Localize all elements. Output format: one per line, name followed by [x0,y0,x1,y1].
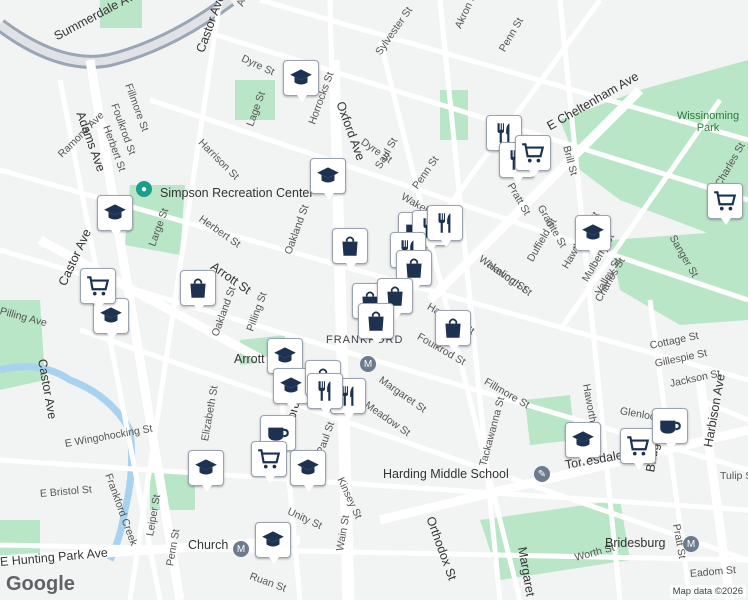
school-icon [580,220,606,246]
map-attribution[interactable]: Map data ©2026 [669,585,746,598]
place-label[interactable]: Arrott [234,352,265,366]
grocery-icon [256,446,282,472]
shopping-poi-marker[interactable] [180,270,216,312]
school-poi-marker[interactable] [310,158,346,200]
place-label[interactable]: Harding Middle School [383,467,509,481]
school-icon [193,455,219,481]
restaurant-icon [312,378,338,404]
grocery-icon [520,140,546,166]
school-poi-marker[interactable] [283,60,319,102]
school-icon [260,527,286,553]
school-icon [288,65,314,91]
shopping-poi-marker[interactable] [358,303,394,345]
grocery-icon [625,433,651,459]
grocery-poi-marker[interactable] [620,428,656,470]
shopping-poi-marker[interactable] [332,228,368,270]
school-poi-marker[interactable] [273,368,309,410]
grocery-icon [85,273,111,299]
school-icon [315,163,341,189]
school-poi-marker[interactable] [565,422,601,464]
school-icon [102,200,128,226]
school-poi-marker[interactable] [97,195,133,237]
place-label[interactable]: Bridesburg [605,536,665,550]
grocery-poi-marker[interactable] [515,135,551,177]
school-icon [570,427,596,453]
cafe-icon [657,413,683,439]
grocery-icon [712,188,738,214]
school-pin-icon[interactable]: ✎ [534,466,550,482]
pin-icon[interactable]: ● [136,181,152,197]
shopping-icon [185,275,211,301]
map-canvas[interactable]: Summerdale AveCastor AveDyre StArott StF… [0,0,748,600]
shopping-icon [337,233,363,259]
school-poi-marker[interactable] [290,450,326,492]
school-poi-marker[interactable] [255,522,291,564]
rail-icon[interactable]: M [683,536,699,552]
rail-icon[interactable]: M [360,356,376,372]
restaurant-icon [432,210,458,236]
place-label[interactable]: Simpson Recreation Center [160,186,314,200]
school-poi-marker[interactable] [575,215,611,257]
school-icon [278,373,304,399]
google-logo: Google [6,573,75,595]
grocery-poi-marker[interactable] [80,268,116,310]
shopping-poi-marker[interactable] [435,310,471,352]
grocery-poi-marker[interactable] [707,183,743,225]
street-label: Tulip St [720,470,748,482]
restaurant-poi-marker[interactable] [427,205,463,247]
shopping-icon [440,315,466,341]
place-label[interactable]: Church [188,538,228,552]
school-poi-marker[interactable] [188,450,224,492]
school-icon [272,343,298,369]
place-label[interactable]: Wissinoming Park [668,110,748,134]
grocery-poi-marker[interactable] [251,441,287,483]
school-icon [295,455,321,481]
rail-icon[interactable]: M [233,541,249,557]
restaurant-poi-marker[interactable] [307,373,343,415]
shopping-icon [363,308,389,334]
cafe-poi-marker[interactable] [652,408,688,450]
